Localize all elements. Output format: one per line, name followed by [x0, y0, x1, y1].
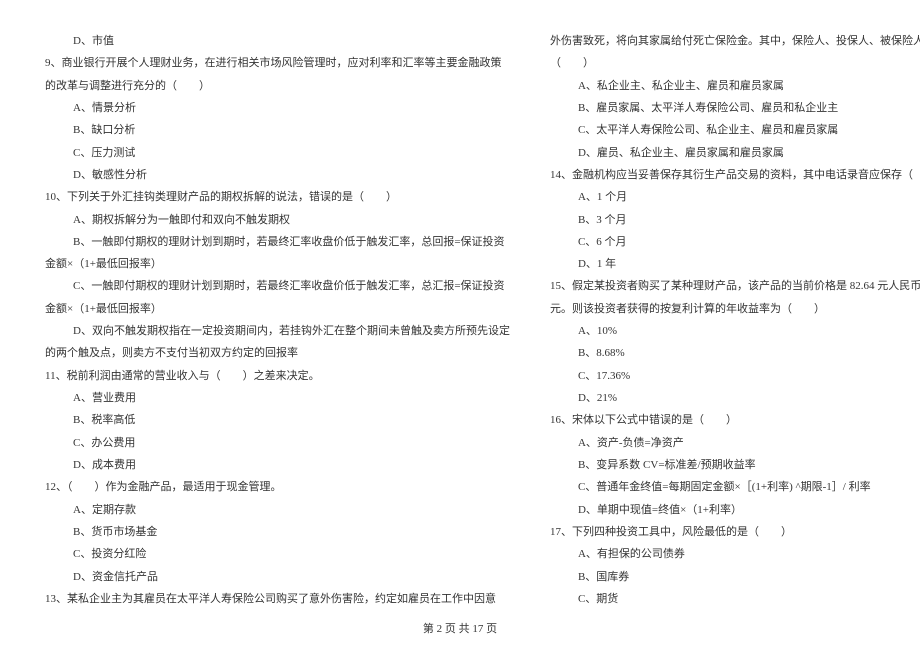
text-line: 外伤害致死，将向其家属给付死亡保险金。其中，保险人、投保人、被保险人和受益人依次…	[550, 30, 920, 52]
text-line: 元。则该投资者获得的按复利计算的年收益率为（ ）	[550, 298, 920, 320]
text-line: 金额×（1+最低回报率）	[45, 298, 510, 320]
text-line: D、敏感性分析	[45, 164, 510, 186]
text-line: 15、假定某投资者购买了某种理财产品，该产品的当前价格是 82.64 元人民币，…	[550, 275, 920, 297]
text-line: B、货币市场基金	[45, 521, 510, 543]
text-line: C、普通年金终值=每期固定金额×［(1+利率) ^期限-1］/ 利率	[550, 476, 920, 498]
text-line: A、资产-负债=净资产	[550, 432, 920, 454]
text-line: D、1 年	[550, 253, 920, 275]
text-line: D、资金信托产品	[45, 566, 510, 588]
text-line: 金额×（1+最低回报率）	[45, 253, 510, 275]
text-line: A、私企业主、私企业主、雇员和雇员家属	[550, 75, 920, 97]
text-line: 17、下列四种投资工具中，风险最低的是（ ）	[550, 521, 920, 543]
text-line: D、市值	[45, 30, 510, 52]
text-line: A、情景分析	[45, 97, 510, 119]
text-line: A、定期存款	[45, 499, 510, 521]
text-line: D、雇员、私企业主、雇员家属和雇员家属	[550, 142, 920, 164]
text-line: 16、宋体以下公式中错误的是（ ）	[550, 409, 920, 431]
text-line: B、缺口分析	[45, 119, 510, 141]
text-line: D、成本费用	[45, 454, 510, 476]
text-line: 的改革与调整进行充分的（ ）	[45, 75, 510, 97]
right-column: 外伤害致死，将向其家属给付死亡保险金。其中，保险人、投保人、被保险人和受益人依次…	[530, 30, 920, 610]
text-line: 的两个触及点，则卖方不支付当初双方约定的回报率	[45, 342, 510, 364]
text-line: 9、商业银行开展个人理财业务，在进行相关市场风险管理时，应对利率和汇率等主要金融…	[45, 52, 510, 74]
text-line: D、双向不触发期权指在一定投资期间内，若挂钩外汇在整个期间未曾触及卖方所预先设定	[45, 320, 510, 342]
text-line: A、期权拆解分为一触即付和双向不触发期权	[45, 209, 510, 231]
text-line: C、压力测试	[45, 142, 510, 164]
document-page: D、市值9、商业银行开展个人理财业务，在进行相关市场风险管理时，应对利率和汇率等…	[0, 0, 920, 650]
text-line: B、3 个月	[550, 209, 920, 231]
text-line: 10、下列关于外汇挂钩类理财产品的期权拆解的说法，错误的是（ ）	[45, 186, 510, 208]
text-line: D、单期中现值=终值×（1+利率）	[550, 499, 920, 521]
text-line: C、期货	[550, 588, 920, 610]
text-line: A、10%	[550, 320, 920, 342]
text-line: 11、税前利润由通常的营业收入与（ ）之差来决定。	[45, 365, 510, 387]
text-line: C、太平洋人寿保险公司、私企业主、雇员和雇员家属	[550, 119, 920, 141]
text-line: B、变异系数 CV=标准差/预期收益率	[550, 454, 920, 476]
text-line: C、一触即付期权的理财计划到期时，若最终汇率收盘价低于触发汇率，总汇报=保证投资	[45, 275, 510, 297]
text-line: B、一触即付期权的理财计划到期时，若最终汇率收盘价低于触发汇率，总回报=保证投资	[45, 231, 510, 253]
left-column: D、市值9、商业银行开展个人理财业务，在进行相关市场风险管理时，应对利率和汇率等…	[45, 30, 530, 610]
page-footer: 第 2 页 共 17 页	[0, 620, 920, 636]
text-line: B、雇员家属、太平洋人寿保险公司、雇员和私企业主	[550, 97, 920, 119]
text-line: A、1 个月	[550, 186, 920, 208]
text-line: C、办公费用	[45, 432, 510, 454]
text-line: C、投资分红险	[45, 543, 510, 565]
text-line: 12、（ ）作为金融产品，最适用于现金管理。	[45, 476, 510, 498]
text-line: B、国库券	[550, 566, 920, 588]
text-line: B、税率高低	[45, 409, 510, 431]
text-line: B、8.68%	[550, 342, 920, 364]
text-line: A、营业费用	[45, 387, 510, 409]
text-line: （ ）	[550, 52, 920, 74]
text-line: 14、金融机构应当妥善保存其衍生产品交易的资料，其中电话录音应保存（ ）以上。	[550, 164, 920, 186]
text-line: A、有担保的公司债券	[550, 543, 920, 565]
text-line: 13、某私企业主为其雇员在太平洋人寿保险公司购买了意外伤害险，约定如雇员在工作中…	[45, 588, 510, 610]
text-line: C、6 个月	[550, 231, 920, 253]
text-line: D、21%	[550, 387, 920, 409]
text-line: C、17.36%	[550, 365, 920, 387]
